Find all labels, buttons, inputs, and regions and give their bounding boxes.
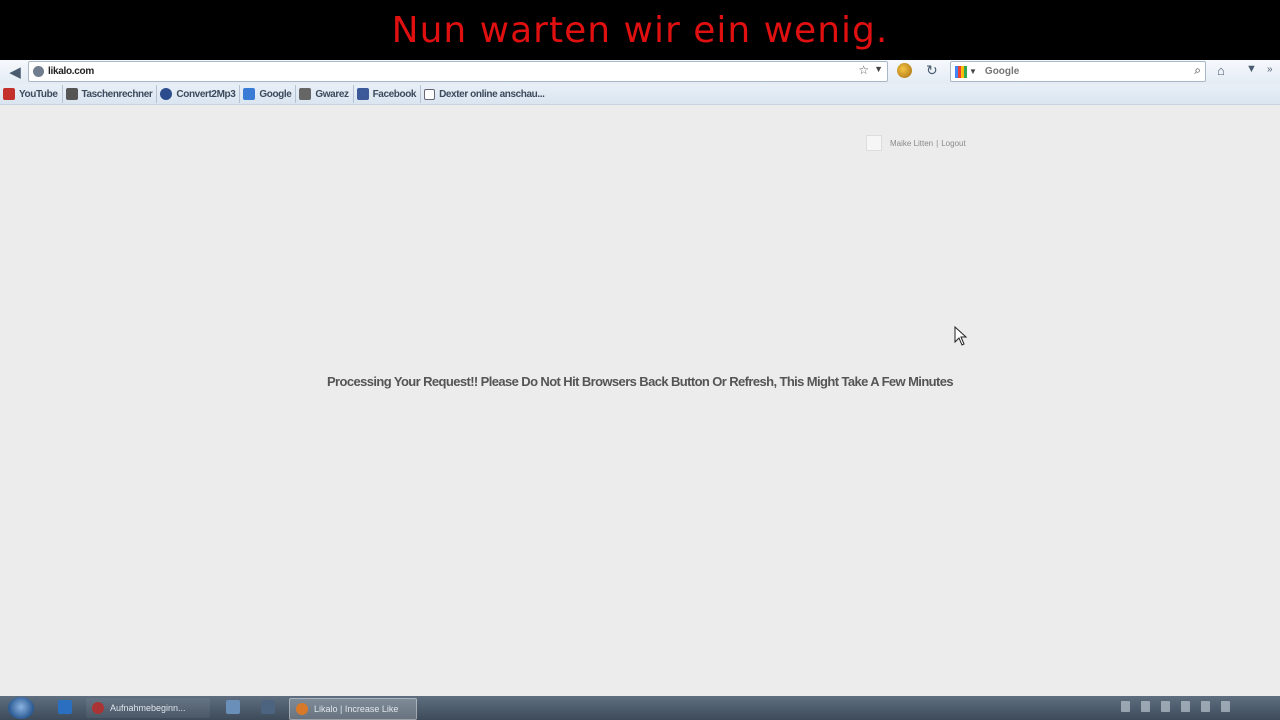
taskbar: Aufnahmebeginn... Likalo | Increase Like: [0, 696, 1280, 720]
bookmark-google[interactable]: Google: [240, 85, 297, 103]
taskbar-task-recording[interactable]: Aufnahmebeginn...: [86, 698, 210, 718]
user-name[interactable]: Maike Litten: [890, 139, 933, 148]
bookmark-convert2mp3[interactable]: Convert2Mp3: [157, 85, 241, 103]
logout-link[interactable]: Logout: [941, 139, 965, 148]
toolbar-overflow-icon[interactable]: »: [1267, 64, 1273, 75]
ie-icon[interactable]: [58, 700, 72, 714]
url-text: likalo.com: [48, 66, 94, 77]
tray-security-icon[interactable]: [1201, 701, 1210, 712]
back-arrow-icon: ◀: [9, 64, 21, 81]
task-label: Aufnahmebeginn...: [110, 703, 186, 713]
bookmark-label: Dexter online anschau...: [439, 88, 545, 100]
youtube-icon: [3, 88, 15, 100]
tray-app-icon[interactable]: [1141, 701, 1150, 712]
processing-message: Processing Your Request!! Please Do Not …: [326, 374, 954, 389]
start-button[interactable]: [8, 697, 34, 719]
history-dropdown-icon[interactable]: ▼: [874, 64, 883, 74]
bookmark-facebook[interactable]: Facebook: [354, 85, 422, 103]
caption-overlay: Nun warten wir ein wenig.: [0, 0, 1280, 60]
bookmark-label: Convert2Mp3: [176, 88, 236, 100]
caption-text: Nun warten wir ein wenig.: [391, 9, 889, 51]
tray-flag-icon[interactable]: [1181, 701, 1190, 712]
calculator-icon: [65, 88, 78, 100]
user-separator: |: [936, 138, 939, 148]
address-bar[interactable]: likalo.com ☆ ▼: [28, 61, 888, 82]
taskbar-task-firefox[interactable]: Likalo | Increase Like: [289, 698, 417, 720]
bookmark-label: Facebook: [372, 88, 417, 100]
search-magnifier-icon[interactable]: ⌕: [1194, 63, 1201, 78]
user-area: Maike Litten | Logout: [866, 135, 966, 151]
convert2mp3-icon: [160, 88, 173, 100]
page-content: Maike Litten | Logout Processing Your Re…: [0, 105, 1280, 696]
extension-icon[interactable]: [897, 63, 912, 78]
bookmark-label: Taschenrechner: [81, 88, 153, 100]
tray-network-icon[interactable]: [1161, 701, 1170, 712]
bookmark-label: Gwarez: [315, 88, 349, 100]
bookmark-gwarez[interactable]: Gwarez: [296, 85, 354, 103]
search-engine-icon[interactable]: [955, 65, 967, 78]
facebook-icon: [356, 88, 369, 100]
tray-arrow-icon[interactable]: [1121, 701, 1130, 712]
bookmark-star-icon[interactable]: ☆: [858, 63, 869, 77]
bookmark-label: YouTube: [19, 88, 58, 100]
bookmarks-toolbar: YouTube Taschenrechner Convert2Mp3 Googl…: [0, 84, 1280, 105]
task-label: Likalo | Increase Like: [314, 704, 399, 714]
bookmark-label: Google: [259, 88, 292, 100]
navigation-toolbar: ◀ likalo.com ☆ ▼ ↻ ▼ ⌕ ⌂ ▼ »: [0, 60, 1280, 84]
folder-icon[interactable]: [261, 700, 275, 714]
reload-icon[interactable]: ↻: [926, 62, 938, 79]
page-icon: [424, 88, 436, 100]
home-icon[interactable]: ⌂: [1217, 63, 1225, 78]
back-button[interactable]: ◀: [4, 62, 26, 82]
firefox-icon: [296, 703, 308, 715]
avatar[interactable]: [866, 135, 882, 151]
gwarez-icon: [299, 88, 312, 100]
recorder-icon: [92, 702, 104, 714]
bookmark-youtube[interactable]: YouTube: [0, 85, 63, 103]
explorer-icon[interactable]: [226, 700, 240, 714]
search-input[interactable]: [982, 65, 1187, 78]
tray-volume-icon[interactable]: [1221, 701, 1230, 712]
search-bar[interactable]: ▼ ⌕: [950, 61, 1206, 82]
site-identity-icon[interactable]: [33, 66, 44, 77]
google-icon: [243, 88, 256, 100]
bookmark-taschenrechner[interactable]: Taschenrechner: [63, 85, 158, 103]
feedback-icon[interactable]: ▼: [1246, 63, 1257, 75]
system-tray: [1121, 701, 1230, 712]
search-engine-dropdown-icon[interactable]: ▼: [969, 67, 977, 76]
mouse-cursor-icon: [954, 326, 968, 346]
bookmark-dexter[interactable]: Dexter online anschau...: [421, 85, 548, 103]
